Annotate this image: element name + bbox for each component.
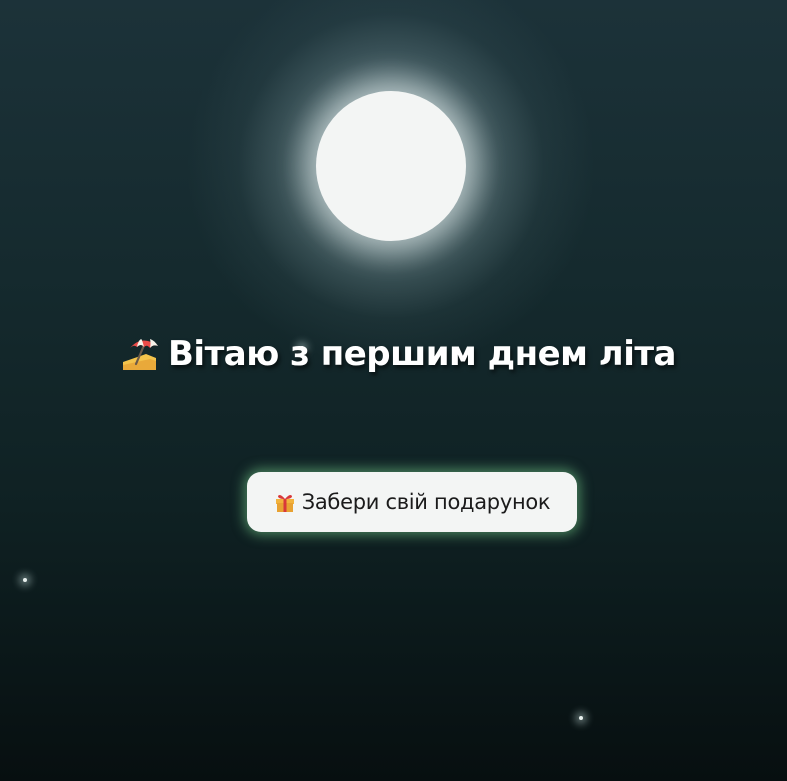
greeting-text: Вітаю з першим днем літа (168, 334, 677, 374)
claim-gift-label: Забери свій подарунок (301, 490, 551, 514)
moon (316, 91, 466, 241)
claim-gift-button[interactable]: Забери свій подарунок (247, 472, 577, 532)
sparkle (23, 578, 27, 582)
gift-icon (275, 495, 294, 512)
sparkle (579, 716, 583, 720)
beach-umbrella-icon (123, 339, 158, 370)
greeting-heading: Вітаю з першим днем літа (120, 330, 677, 378)
